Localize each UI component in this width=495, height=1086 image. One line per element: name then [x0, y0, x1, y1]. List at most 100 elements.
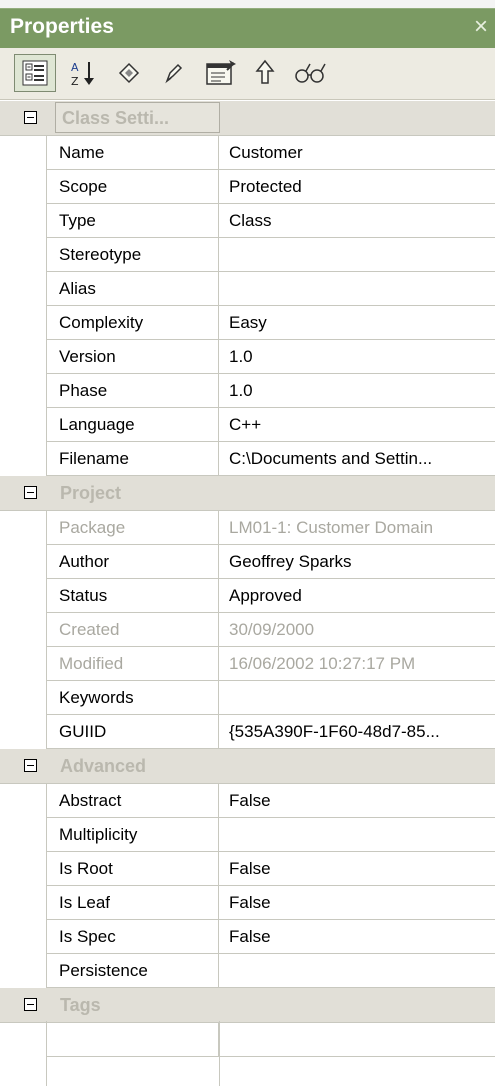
grid-empty-column-line: [46, 1021, 47, 1086]
property-name: Is Leaf: [46, 886, 219, 920]
property-value[interactable]: [219, 1023, 495, 1057]
property-value[interactable]: Geoffrey Sparks: [219, 545, 495, 579]
property-row-tag-empty[interactable]: [0, 1023, 495, 1057]
property-value[interactable]: [219, 681, 495, 715]
property-name: Multiplicity: [46, 818, 219, 852]
collapse-icon[interactable]: [24, 486, 37, 499]
categorized-icon: [22, 60, 48, 86]
window-top-edge: [0, 0, 495, 8]
property-name: Alias: [46, 272, 219, 306]
property-value[interactable]: False: [219, 852, 495, 886]
collapse-icon[interactable]: [24, 759, 37, 772]
property-row-status[interactable]: Status Approved: [0, 579, 495, 613]
property-value[interactable]: C++: [219, 408, 495, 442]
property-value[interactable]: 1.0: [219, 374, 495, 408]
property-name: Complexity: [46, 306, 219, 340]
collapse-icon[interactable]: [24, 998, 37, 1011]
property-row-package[interactable]: Package LM01-1: Customer Domain: [0, 511, 495, 545]
property-value[interactable]: False: [219, 920, 495, 954]
svg-text:Z: Z: [71, 75, 79, 88]
property-value[interactable]: 1.0: [219, 340, 495, 374]
property-value[interactable]: Easy: [219, 306, 495, 340]
property-value: 16/06/2002 10:27:17 PM: [229, 654, 416, 673]
property-name: GUIID: [46, 715, 219, 749]
property-row-phase[interactable]: Phase 1.0: [0, 374, 495, 408]
property-value[interactable]: [219, 954, 495, 988]
property-name: Filename: [46, 442, 219, 476]
edit-button[interactable]: [156, 54, 190, 92]
collapse-icon[interactable]: [24, 111, 37, 124]
property-value[interactable]: Customer: [219, 136, 495, 170]
property-value[interactable]: [219, 272, 495, 306]
property-value[interactable]: Protected: [219, 170, 495, 204]
property-row-keywords[interactable]: Keywords: [0, 681, 495, 715]
property-value[interactable]: False: [219, 886, 495, 920]
properties-titlebar[interactable]: Properties ×: [0, 8, 495, 48]
property-name: Persistence: [46, 954, 219, 988]
property-value[interactable]: [219, 818, 495, 852]
property-row-is-leaf[interactable]: Is Leaf False: [0, 886, 495, 920]
property-row-type[interactable]: Type Class: [0, 204, 495, 238]
property-name: Modified: [46, 647, 219, 681]
window-title: Properties: [10, 15, 114, 38]
category-advanced[interactable]: Advanced: [0, 749, 495, 784]
property-value[interactable]: Approved: [219, 579, 495, 613]
category-label: Tags: [60, 995, 101, 1015]
property-name: Language: [46, 408, 219, 442]
edit-icon: [165, 63, 183, 84]
property-name: Author: [46, 545, 219, 579]
property-name: Version: [46, 340, 219, 374]
property-row-language[interactable]: Language C++: [0, 408, 495, 442]
property-row-is-root[interactable]: Is Root False: [0, 852, 495, 886]
view-icon: [295, 63, 326, 83]
property-row-stereotype[interactable]: Stereotype: [0, 238, 495, 272]
properties-dialog-icon: [206, 60, 236, 85]
properties-dialog-button[interactable]: [200, 54, 244, 92]
property-name: Name: [46, 136, 219, 170]
property-name[interactable]: [46, 1023, 219, 1057]
property-value: 30/09/2000: [229, 620, 315, 639]
category-tags[interactable]: Tags: [0, 988, 495, 1023]
category-project[interactable]: Project: [0, 476, 495, 511]
property-name: Created: [46, 613, 219, 647]
property-value[interactable]: Class: [219, 204, 495, 238]
property-row-multiplicity[interactable]: Multiplicity: [0, 818, 495, 852]
show-group-button[interactable]: [112, 54, 146, 92]
property-row-modified[interactable]: Modified 16/06/2002 10:27:17 PM: [0, 647, 495, 681]
svg-text:A: A: [71, 61, 79, 74]
property-row-alias[interactable]: Alias: [0, 272, 495, 306]
property-row-version[interactable]: Version 1.0: [0, 340, 495, 374]
property-name: Type: [46, 204, 219, 238]
property-row-complexity[interactable]: Complexity Easy: [0, 306, 495, 340]
property-value[interactable]: [219, 238, 495, 272]
category-class-settings[interactable]: Class Setti...: [0, 101, 495, 136]
close-icon[interactable]: ×: [474, 13, 495, 41]
property-row-created[interactable]: Created 30/09/2000: [0, 613, 495, 647]
property-value[interactable]: C:\Documents and Settin...: [219, 442, 495, 476]
property-row-is-spec[interactable]: Is Spec False: [0, 920, 495, 954]
category-label: Advanced: [60, 756, 147, 776]
property-row-abstract[interactable]: Abstract False: [0, 784, 495, 818]
show-group-icon: [118, 62, 140, 84]
category-label: Class Setti...: [62, 108, 170, 128]
sort-alphabetical-button[interactable]: A Z: [66, 54, 100, 92]
pin-icon: [255, 59, 275, 84]
property-name: Stereotype: [46, 238, 219, 272]
property-row-scope[interactable]: Scope Protected: [0, 170, 495, 204]
property-value[interactable]: {535A390F-1F60-48d7-85...: [219, 715, 495, 749]
pin-button[interactable]: [248, 54, 282, 92]
property-row-name[interactable]: Name Customer: [0, 136, 495, 170]
property-row-guiid[interactable]: GUIID {535A390F-1F60-48d7-85...: [0, 715, 495, 749]
property-name: Is Root: [46, 852, 219, 886]
view-button[interactable]: [290, 54, 330, 92]
property-name: Abstract: [46, 784, 219, 818]
property-row-author[interactable]: Author Geoffrey Sparks: [0, 545, 495, 579]
property-value[interactable]: False: [219, 784, 495, 818]
property-name: Scope: [46, 170, 219, 204]
property-name: Phase: [46, 374, 219, 408]
property-row-filename[interactable]: Filename C:\Documents and Settin...: [0, 442, 495, 476]
property-value: LM01-1: Customer Domain: [229, 518, 434, 537]
property-name: Package: [46, 511, 219, 545]
categorized-view-button[interactable]: [14, 54, 56, 92]
property-row-persistence[interactable]: Persistence: [0, 954, 495, 988]
